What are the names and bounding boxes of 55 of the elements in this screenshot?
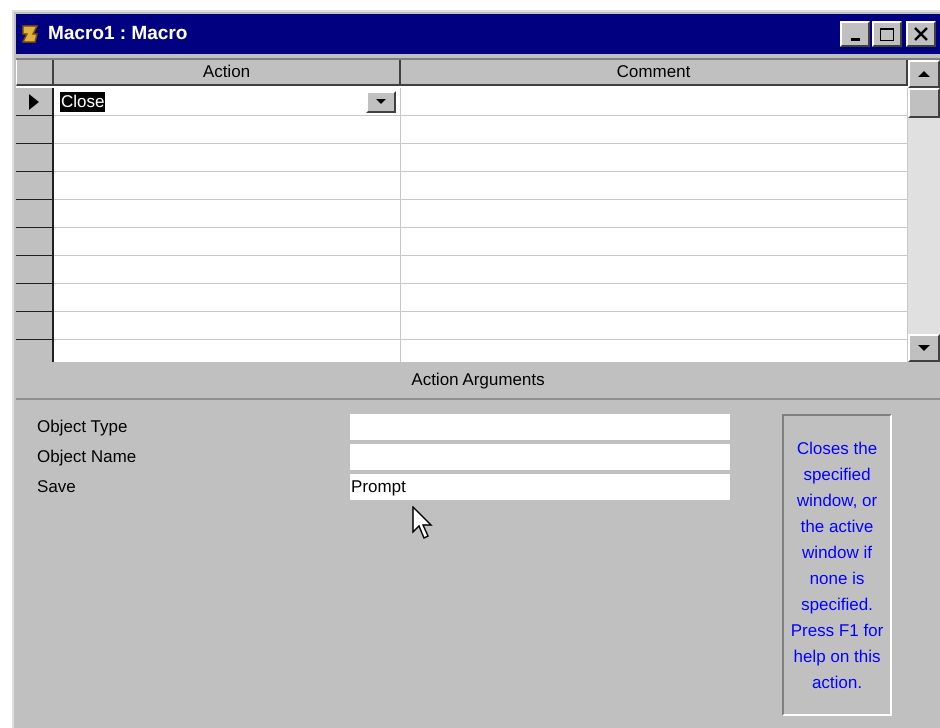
maximize-button[interactable] xyxy=(872,21,902,47)
scroll-down-icon xyxy=(917,344,931,352)
close-button[interactable] xyxy=(906,21,936,47)
input-field[interactable] xyxy=(350,414,730,440)
action-cell[interactable]: Close xyxy=(54,88,401,116)
vertical-scrollbar[interactable] xyxy=(908,60,940,362)
row-selector[interactable] xyxy=(16,284,54,312)
row-selector[interactable] xyxy=(16,88,54,116)
comment-cell[interactable] xyxy=(401,88,908,116)
row-selector[interactable] xyxy=(16,228,54,256)
caret-icon xyxy=(375,98,387,106)
action-cell[interactable] xyxy=(54,228,401,256)
action-cell[interactable] xyxy=(54,172,401,200)
dropdown-button[interactable] xyxy=(366,91,396,113)
row-selector[interactable] xyxy=(16,312,54,340)
action-cell[interactable] xyxy=(54,144,401,172)
row-selector[interactable] xyxy=(16,340,54,362)
action-cell[interactable] xyxy=(54,312,401,340)
scroll-thumb[interactable] xyxy=(908,88,940,118)
comment-cell[interactable] xyxy=(401,172,908,200)
row-selector[interactable] xyxy=(16,144,54,172)
row-selector[interactable] xyxy=(16,256,54,284)
current-row-icon xyxy=(28,92,40,110)
comment-cell[interactable] xyxy=(401,116,908,144)
action-cell[interactable] xyxy=(54,284,401,312)
section-heading: Action Arguments xyxy=(411,370,545,390)
comment-cell[interactable] xyxy=(401,256,908,284)
scroll-up-icon xyxy=(917,70,931,78)
field-label: Object Type xyxy=(37,416,128,438)
close-icon xyxy=(913,26,929,42)
comment-cell[interactable] xyxy=(401,200,908,228)
maximize-icon xyxy=(879,26,895,42)
minimize-icon xyxy=(850,38,860,40)
minimize-button[interactable] xyxy=(840,21,870,47)
mouse-pointer-icon xyxy=(412,506,436,542)
row-selector[interactable] xyxy=(16,200,54,228)
action-cell[interactable] xyxy=(54,200,401,228)
corner-cell[interactable] xyxy=(16,60,54,86)
window-title: Macro1 : Macro xyxy=(48,23,188,45)
comment-cell[interactable] xyxy=(401,144,908,172)
comment-cell[interactable] xyxy=(401,312,908,340)
field-label: Save xyxy=(37,476,77,498)
comment-cell[interactable] xyxy=(401,228,908,256)
comment-cell[interactable] xyxy=(401,284,908,312)
row-selector[interactable] xyxy=(16,172,54,200)
column-header[interactable]: Action xyxy=(54,60,401,86)
input-field[interactable]: Prompt xyxy=(350,474,730,500)
field-label: Object Name xyxy=(37,446,138,468)
scroll-icon xyxy=(20,23,40,45)
row-selector[interactable] xyxy=(16,116,54,144)
action-cell[interactable] xyxy=(54,116,401,144)
input-field[interactable] xyxy=(350,444,730,470)
action-cell[interactable] xyxy=(54,256,401,284)
column-header[interactable]: Comment xyxy=(401,60,908,86)
help-text: Closes the specified window, or the active window if none is specified. Press F1 for help on this action. xyxy=(782,414,892,716)
